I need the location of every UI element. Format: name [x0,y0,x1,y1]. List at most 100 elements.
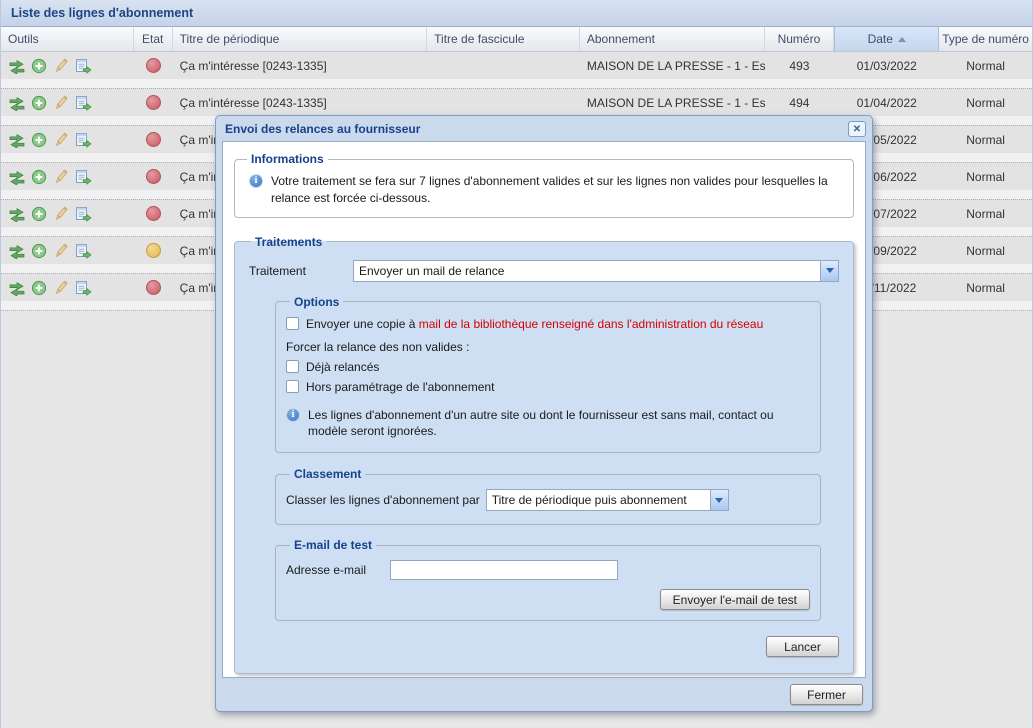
panel-title: Liste des lignes d'abonnement [1,0,1032,27]
lancer-button[interactable]: Lancer [766,636,839,657]
info-icon: i [249,174,263,188]
email-test-legend: E-mail de test [290,538,376,552]
classement-fieldset: Classement Classer les lignes d'abonneme… [275,467,821,525]
add-icon[interactable] [31,95,47,111]
options-note: Les lignes d'abonnement d'un autre site … [308,407,796,441]
options-fieldset: Options Envoyer une copie à mail de la b… [275,295,821,454]
export-icon[interactable] [75,58,92,74]
chevron-down-icon[interactable] [820,261,838,281]
row-status-cell [134,126,173,153]
email-test-fieldset: E-mail de test Adresse e-mail Envoyer l'… [275,538,821,621]
column-header-etat[interactable]: Etat [134,27,173,51]
chevron-down-icon[interactable] [710,490,728,510]
edit-icon[interactable] [53,58,69,74]
row-date: 01/04/2022 [834,89,939,116]
transfer-icon[interactable] [9,169,25,185]
deja-relances-checkbox[interactable] [286,360,299,373]
traitements-legend: Traitements [251,235,326,249]
transfer-icon[interactable] [9,95,25,111]
add-icon[interactable] [31,132,47,148]
transfer-icon[interactable] [9,58,25,74]
transfer-icon[interactable] [9,243,25,259]
transfer-icon[interactable] [9,132,25,148]
row-status-cell [134,52,173,79]
status-dot [146,95,161,110]
add-icon[interactable] [31,280,47,296]
row-type: Normal [939,200,1032,227]
status-dot [146,132,161,147]
row-status-cell [134,237,173,264]
table-header-row: Outils Etat Titre de périodique Titre de… [1,27,1032,52]
copy-checkbox[interactable] [286,317,299,330]
column-header-titre[interactable]: Titre de périodique [173,27,428,51]
row-numero: 494 [765,89,835,116]
edit-icon[interactable] [53,95,69,111]
row-type: Normal [939,274,1032,301]
copy-checkbox-label: Envoyer une copie à mail de la bibliothè… [306,317,763,331]
add-icon[interactable] [31,169,47,185]
row-type: Normal [939,237,1032,264]
copy-highlight-text: mail de la bibliothèque renseigné dans l… [419,317,764,331]
send-test-email-button[interactable]: Envoyer l'e-mail de test [660,589,810,610]
informations-fieldset: Informations i Votre traitement se fera … [234,152,854,218]
transfer-icon[interactable] [9,280,25,296]
column-header-abonnement[interactable]: Abonnement [580,27,765,51]
edit-icon[interactable] [53,280,69,296]
status-dot [146,243,161,258]
export-icon[interactable] [75,169,92,185]
classement-legend: Classement [290,467,365,481]
column-header-date[interactable]: Date [834,27,939,51]
edit-icon[interactable] [53,169,69,185]
force-relance-label: Forcer la relance des non valides : [286,340,469,354]
row-date: 01/03/2022 [834,52,939,79]
export-icon[interactable] [75,132,92,148]
export-icon[interactable] [75,206,92,222]
info-icon: i [286,408,300,422]
close-icon[interactable]: ✕ [848,121,866,137]
table-row[interactable]: Ça m'intéresse [0243-1335] MAISON DE LA … [1,52,1032,89]
row-status-cell [134,274,173,301]
classement-select[interactable]: Titre de périodique puis abonnement [486,489,729,511]
row-tools-cell [1,237,134,264]
edit-icon[interactable] [53,243,69,259]
transfer-icon[interactable] [9,206,25,222]
deja-relances-label: Déjà relancés [306,360,379,374]
export-icon[interactable] [75,280,92,296]
add-icon[interactable] [31,206,47,222]
status-dot [146,58,161,73]
row-abonnement: MAISON DE LA PRESSE - 1 - Es... [580,52,765,79]
hors-parametrage-label: Hors paramétrage de l'abonnement [306,380,494,394]
traitement-select[interactable]: Envoyer un mail de relance [353,260,839,282]
row-status-cell [134,163,173,190]
row-tools-cell [1,274,134,301]
row-status-cell [134,200,173,227]
email-input[interactable] [390,560,618,580]
row-abonnement: MAISON DE LA PRESSE - 1 - Es... [580,89,765,116]
row-type: Normal [939,89,1032,116]
classement-select-value: Titre de périodique puis abonnement [487,490,710,510]
status-dot [146,280,161,295]
export-icon[interactable] [75,95,92,111]
export-icon[interactable] [75,243,92,259]
dialog-title: Envoi des relances au fournisseur [225,122,420,136]
add-icon[interactable] [31,58,47,74]
row-numero: 493 [765,52,835,79]
status-dot [146,206,161,221]
email-label: Adresse e-mail [286,563,390,577]
row-tools-cell [1,126,134,153]
row-type: Normal [939,126,1032,153]
column-header-date-label: Date [868,32,893,46]
row-titre: Ça m'intéresse [0243-1335] [173,89,428,116]
column-header-fascicule[interactable]: Titre de fascicule [427,27,580,51]
edit-icon[interactable] [53,206,69,222]
column-header-type[interactable]: Type de numéro [939,27,1032,51]
add-icon[interactable] [31,243,47,259]
informations-legend: Informations [247,152,328,166]
fermer-button[interactable]: Fermer [790,684,863,705]
column-header-numero[interactable]: Numéro [765,27,835,51]
row-tools-cell [1,163,134,190]
traitements-fieldset: Traitements Traitement Envoyer un mail d… [234,235,854,675]
column-header-outils[interactable]: Outils [1,27,134,51]
hors-parametrage-checkbox[interactable] [286,380,299,393]
edit-icon[interactable] [53,132,69,148]
